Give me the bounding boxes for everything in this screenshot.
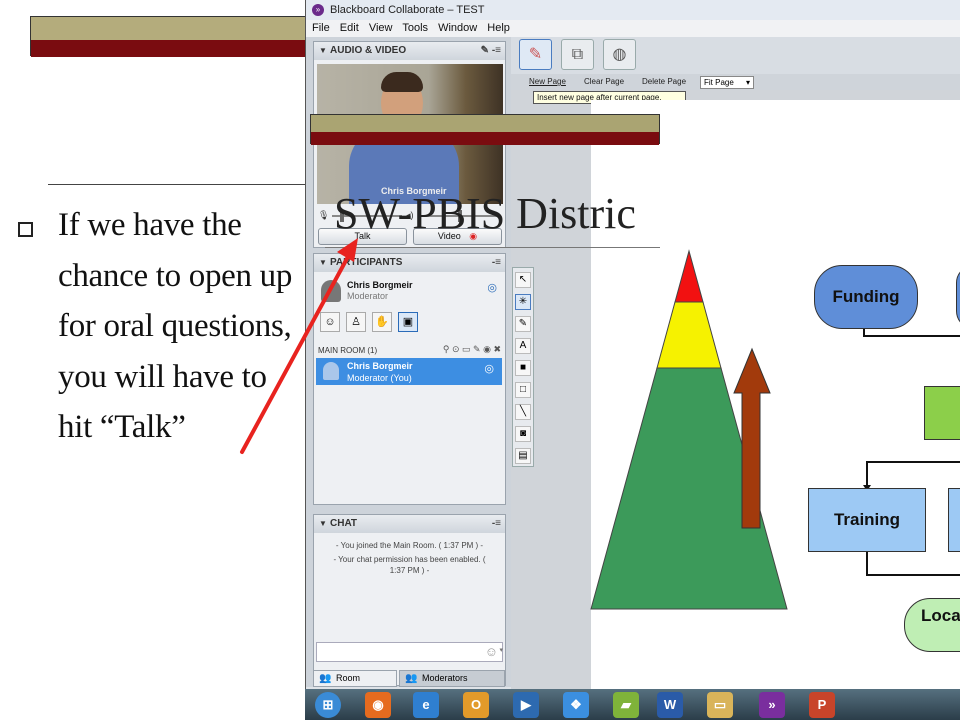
red-pointer-arrow	[240, 238, 358, 454]
screen: { "slide": { "bullet_text": "If we have …	[0, 0, 960, 720]
